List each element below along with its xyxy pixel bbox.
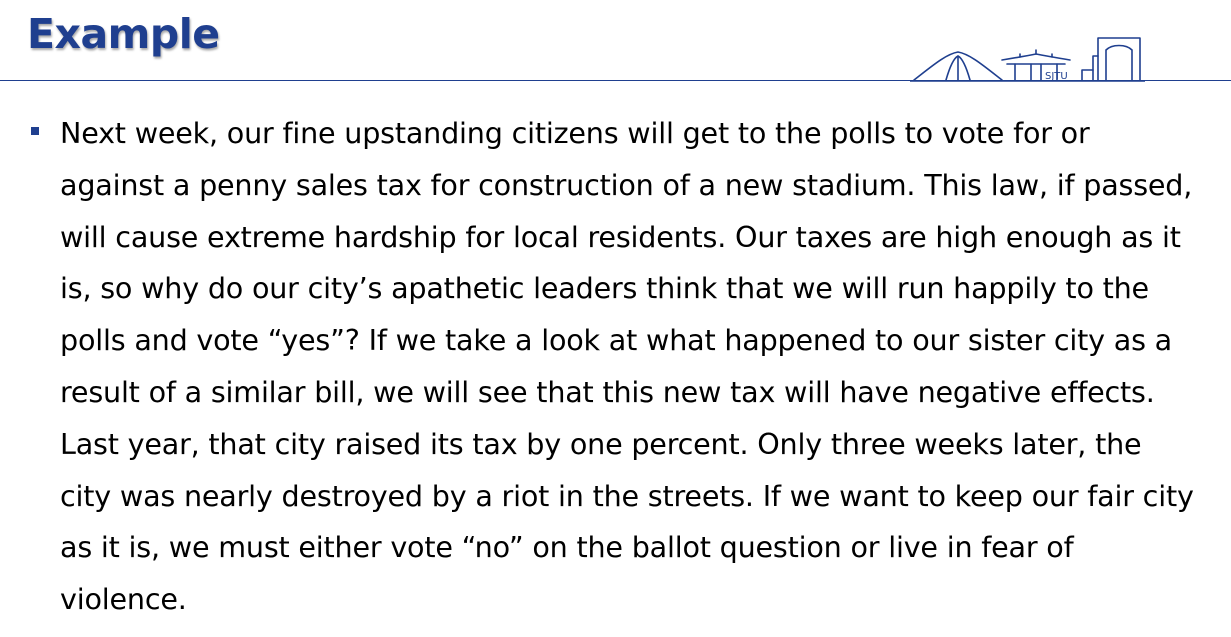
bullet-item: Next week, our fine upstanding citizens … [0, 108, 1231, 626]
bullet-text: Next week, our fine upstanding citizens … [60, 116, 1194, 617]
slide-title: Example [27, 10, 220, 58]
bullet-list: Next week, our fine upstanding citizens … [0, 108, 1231, 626]
square-bullet-icon [31, 127, 39, 135]
sjtu-campus-logo-icon: SJTU [910, 37, 1145, 82]
header-divider [0, 80, 1231, 81]
